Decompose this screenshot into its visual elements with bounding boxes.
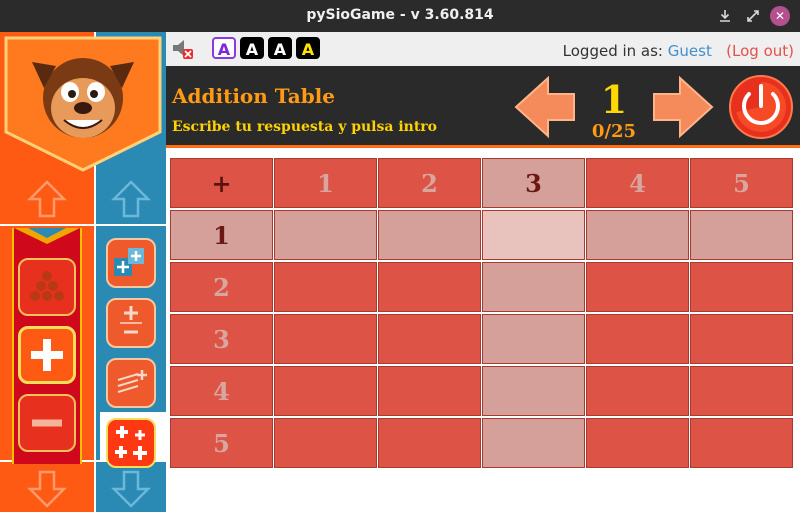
column-header: 3 [482,158,585,208]
answer-cell[interactable] [378,314,481,364]
column-header: 4 [586,158,689,208]
row-header: 2 [170,262,273,312]
window-titlebar: pySioGame - v 3.60.814 ✕ [0,0,800,32]
category-up-arrow-icon[interactable] [26,178,68,220]
subtraction-category-icon[interactable] [18,394,76,452]
column-header: 1 [274,158,377,208]
answer-cell[interactable] [482,314,585,364]
category-down-arrow-icon[interactable] [26,468,68,510]
answer-cell[interactable] [586,366,689,416]
answer-cell[interactable] [586,262,689,312]
power-exit-icon[interactable] [728,74,794,140]
level-number: 1 [600,77,628,122]
game-instruction: Escribe tu respuesta y pulsa intro [172,119,437,135]
game-header: Addition Table Escribe tu respuesta y pu… [166,66,800,148]
answer-cell[interactable] [274,210,377,260]
answer-cell[interactable] [274,314,377,364]
lion-logo-icon[interactable] [4,36,162,172]
addition-table-board: +1 2 3 4 5 1 2 3 4 5 [166,152,800,482]
plus-minus-icon[interactable] [106,298,156,348]
column-header: 5 [690,158,793,208]
window-title: pySioGame - v 3.60.814 [306,7,494,23]
answer-cell[interactable] [378,262,481,312]
answer-cell[interactable] [482,210,585,260]
divider [0,224,166,226]
row-header: 4 [170,366,273,416]
addition-category-icon[interactable] [18,326,76,384]
addition-table-icon[interactable] [106,238,156,288]
sound-muted-icon[interactable] [170,38,194,60]
user-name: Guest [667,42,712,60]
font-size-button-3[interactable]: A [268,37,292,59]
answer-cell[interactable] [378,210,481,260]
subcategory-up-arrow-icon[interactable] [110,178,152,220]
previous-level-arrow-icon[interactable] [512,74,578,140]
minimize-icon[interactable] [716,7,734,25]
number-bonds-icon[interactable] [106,358,156,408]
answer-cell[interactable] [274,366,377,416]
score-counter: 0/25 [591,121,637,142]
close-button[interactable]: ✕ [770,6,790,26]
numbers-category-icon[interactable] [18,258,76,316]
answer-cell[interactable] [586,314,689,364]
column-header: 2 [378,158,481,208]
maximize-icon[interactable] [744,7,762,25]
row-header: 1 [170,210,273,260]
login-prefix: Logged in as: [562,42,663,60]
top-bar: A A A A Logged in as: Guest (Log out) [166,32,800,66]
answer-cell[interactable] [482,366,585,416]
answer-cell[interactable] [586,210,689,260]
row-header: 3 [170,314,273,364]
logout-link[interactable]: (Log out) [726,42,794,60]
ribbon-icon [14,228,80,244]
answer-cell[interactable] [690,366,793,416]
answer-cell[interactable] [378,366,481,416]
table-corner-operator: + [170,158,273,208]
answer-cell[interactable] [274,262,377,312]
answer-cell[interactable] [690,262,793,312]
side-panel [0,32,166,512]
font-size-button-2[interactable]: A [240,37,264,59]
multi-addition-icon[interactable] [106,418,156,468]
answer-cell[interactable] [378,418,481,468]
answer-cell[interactable] [586,418,689,468]
answer-cell[interactable] [274,418,377,468]
next-level-arrow-icon[interactable] [650,74,716,140]
answer-cell[interactable] [482,262,585,312]
answer-cell[interactable] [690,314,793,364]
answer-cell[interactable] [690,418,793,468]
font-size-button-1[interactable]: A [212,37,236,59]
answer-cell[interactable] [690,210,793,260]
subcategory-down-arrow-icon[interactable] [110,468,152,510]
font-size-button-4[interactable]: A [296,37,320,59]
game-title: Addition Table [172,84,335,108]
answer-cell[interactable] [482,418,585,468]
row-header: 5 [170,418,273,468]
login-status: Logged in as: Guest (Log out) [563,42,794,60]
